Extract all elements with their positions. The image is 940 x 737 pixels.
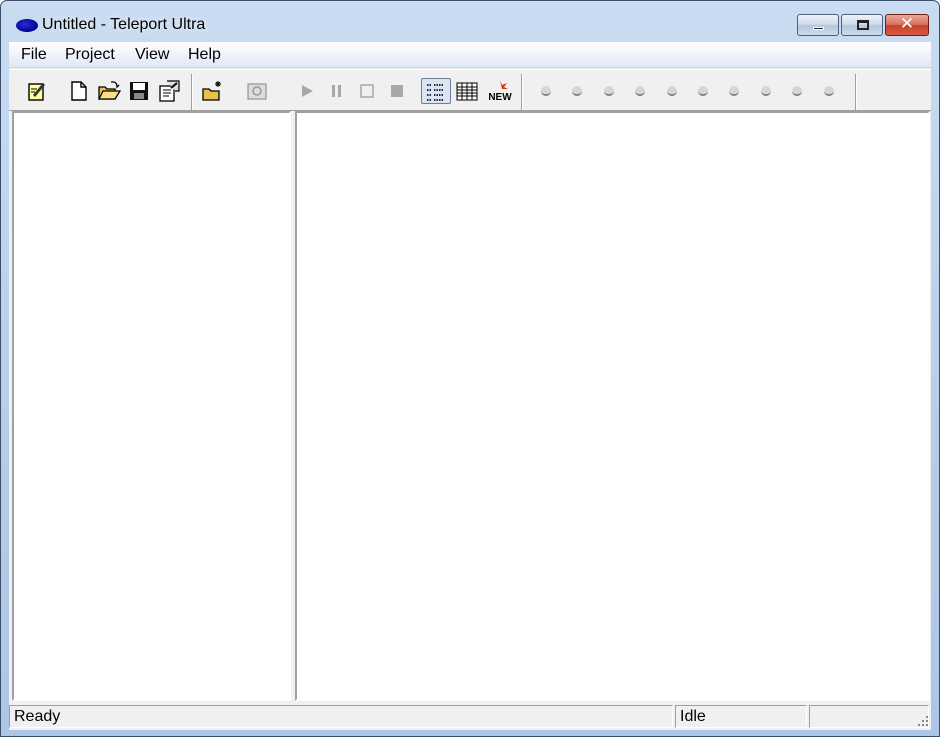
start-button[interactable] bbox=[295, 79, 319, 103]
thread-indicator-icon[interactable] bbox=[633, 84, 647, 98]
open-button[interactable] bbox=[97, 79, 121, 103]
status-bar: Ready Idle bbox=[9, 703, 931, 729]
thread-indicator-icon[interactable] bbox=[570, 84, 584, 98]
thread-indicator-icon[interactable] bbox=[602, 84, 616, 98]
thread-indicator-icon[interactable] bbox=[539, 84, 553, 98]
thread-indicator-icon[interactable] bbox=[790, 84, 804, 98]
menu-file[interactable]: File bbox=[19, 46, 49, 64]
pause-button[interactable] bbox=[325, 79, 349, 103]
project-tree-pane[interactable] bbox=[12, 111, 291, 701]
toolbar: NEW bbox=[9, 69, 931, 111]
properties-icon bbox=[159, 80, 180, 102]
status-extra bbox=[809, 705, 929, 728]
new-address-button[interactable] bbox=[201, 79, 225, 103]
new-project-wizard-icon bbox=[28, 83, 45, 101]
close-button[interactable]: ✕ bbox=[885, 14, 929, 36]
status-idle: Idle bbox=[675, 705, 807, 728]
open-folder-icon bbox=[97, 81, 121, 100]
menu-help[interactable]: Help bbox=[186, 46, 223, 64]
caption-buttons: ✕ bbox=[797, 14, 929, 36]
start-icon bbox=[302, 85, 313, 97]
new-file-button[interactable] bbox=[67, 79, 91, 103]
thread-indicator-icon[interactable] bbox=[822, 84, 836, 98]
status-text: Ready bbox=[9, 705, 673, 728]
new-badge-label: NEW bbox=[488, 92, 512, 103]
new-badge-icon: NEW bbox=[488, 80, 512, 103]
properties-button[interactable] bbox=[157, 79, 181, 103]
menu-view[interactable]: View bbox=[133, 46, 171, 64]
tree-view-icon bbox=[427, 84, 444, 101]
browse-button[interactable] bbox=[245, 79, 269, 103]
client-area: File Project View Help NEW Ready Idle bbox=[9, 42, 931, 730]
browse-icon bbox=[247, 83, 267, 100]
tree-view-button[interactable] bbox=[421, 78, 451, 104]
resize-grip-icon[interactable] bbox=[917, 715, 929, 727]
minimize-button[interactable] bbox=[797, 14, 839, 36]
close-icon: ✕ bbox=[899, 14, 915, 34]
abort-button[interactable] bbox=[385, 79, 409, 103]
restore-icon bbox=[857, 20, 869, 30]
save-button[interactable] bbox=[127, 79, 151, 103]
menu-bar: File Project View Help bbox=[9, 42, 931, 68]
stop-button[interactable] bbox=[355, 79, 379, 103]
toolbar-separator bbox=[521, 74, 523, 110]
minimize-icon bbox=[813, 27, 824, 30]
project-detail-pane[interactable] bbox=[295, 111, 930, 701]
new-project-wizard-button[interactable] bbox=[25, 79, 49, 103]
pause-icon bbox=[332, 85, 341, 97]
app-icon[interactable] bbox=[16, 19, 38, 32]
window-title: Untitled - Teleport Ultra bbox=[42, 16, 206, 33]
detail-view-icon bbox=[456, 82, 478, 101]
new-address-icon bbox=[202, 81, 221, 101]
maximize-button[interactable] bbox=[841, 14, 883, 36]
thread-indicator-icon[interactable] bbox=[759, 84, 773, 98]
abort-icon bbox=[391, 85, 403, 97]
toolbar-separator bbox=[855, 74, 857, 110]
menu-project[interactable]: Project bbox=[63, 46, 117, 64]
save-disk-icon bbox=[130, 82, 148, 100]
app-window: Untitled - Teleport Ultra ✕ File Project… bbox=[0, 0, 940, 737]
toolbar-separator bbox=[191, 74, 193, 110]
detail-view-button[interactable] bbox=[455, 79, 479, 103]
new-file-icon bbox=[71, 81, 87, 101]
thread-indicator-icon[interactable] bbox=[727, 84, 741, 98]
thread-indicator-icon[interactable] bbox=[696, 84, 710, 98]
thread-indicator-icon[interactable] bbox=[665, 84, 679, 98]
new-badge-button[interactable]: NEW bbox=[486, 79, 514, 103]
title-bar[interactable]: Untitled - Teleport Ultra ✕ bbox=[1, 1, 939, 41]
stop-icon bbox=[360, 84, 374, 98]
